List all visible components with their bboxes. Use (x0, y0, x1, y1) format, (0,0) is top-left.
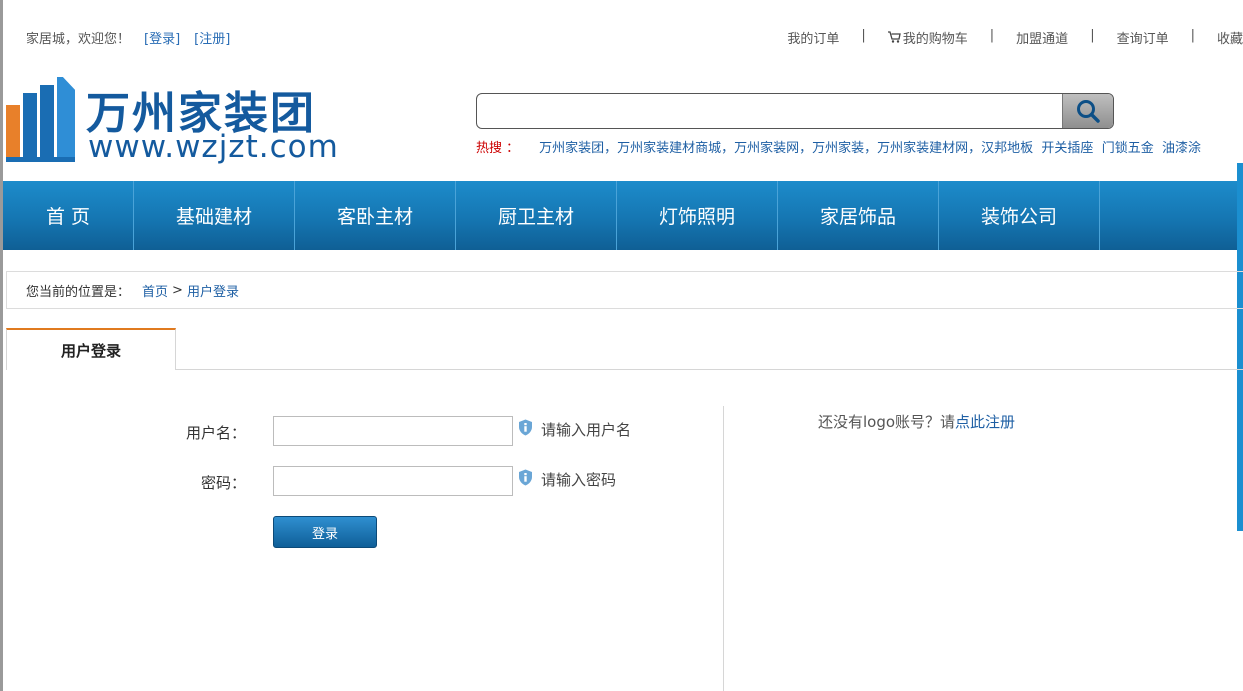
tab-baseline (176, 369, 1243, 370)
welcome-area: 家居城，欢迎您！ [登录] [注册] (26, 28, 230, 47)
username-label: 用户名： (185, 424, 246, 442)
separator: | (1090, 28, 1095, 43)
register-here-link[interactable]: 点此注册 (955, 413, 1015, 431)
username-hint: 请输入用户名 (518, 419, 631, 440)
breadcrumb-current[interactable]: 用户登录 (187, 281, 239, 300)
main-nav: 首 页 基础建材 客卧主材 厨卫主材 灯饰照明 家居饰品 装饰公司 (3, 181, 1237, 250)
password-input[interactable] (273, 466, 513, 496)
hot-keyword-link[interactable]: 油漆涂 (1162, 141, 1201, 156)
hot-search: 热搜 ： 万州家装团，万州家装建材商城，万州家装网，万州家装，万州家装建材网，汉邦… (476, 137, 1201, 156)
breadcrumb-home-link[interactable]: 首页 (142, 281, 168, 300)
welcome-text: 家居城，欢迎您！ (26, 32, 131, 47)
top-links: 我的订单 | 我的购物车 | 加盟通道 | 查询订单 | 收藏 (787, 28, 1243, 47)
right-scroll-strip (1237, 163, 1243, 531)
vertical-divider (723, 406, 724, 691)
my-cart-label: 我的购物车 (902, 32, 968, 47)
hot-keyword-link[interactable]: 开关插座 (1041, 141, 1093, 156)
register-note: 还没有logo账号？请点此注册 (818, 411, 1015, 432)
left-border (0, 0, 3, 691)
separator: | (989, 28, 995, 43)
hot-keywords-link[interactable]: 万州家装团，万州家装建材商城，万州家装网，万州家装，万州家装建材网，汉邦地板 (539, 141, 1033, 156)
nav-item-lighting[interactable]: 灯饰照明 (617, 181, 778, 250)
separator: | (1190, 28, 1195, 43)
cart-icon (887, 31, 901, 46)
nav-item-bedroom-materials[interactable]: 客卧主材 (295, 181, 456, 250)
logo-url: www.wzjzt.com (88, 129, 339, 165)
nav-item-decoration-company[interactable]: 装饰公司 (939, 181, 1100, 250)
register-note-text: 还没有logo账号？请 (818, 413, 956, 431)
breadcrumb-label: 您当前的位置是： (26, 284, 131, 300)
nav-item-home-decor[interactable]: 家居饰品 (778, 181, 939, 250)
username-input[interactable] (273, 416, 513, 446)
password-hint-text: 请输入密码 (541, 471, 617, 489)
breadcrumb: 您当前的位置是： 首页 > 用户登录 (6, 271, 1243, 309)
separator: | (861, 28, 866, 43)
password-label: 密码： (200, 474, 246, 492)
hot-keyword-link[interactable]: 门锁五金 (1102, 141, 1154, 156)
password-hint: 请输入密码 (518, 469, 616, 490)
register-link[interactable]: [注册] (194, 32, 230, 47)
my-cart-link[interactable]: 我的购物车 (887, 28, 968, 47)
site-logo[interactable]: 万州家装团 www.wzjzt.com (6, 75, 356, 167)
search-icon (1077, 100, 1100, 123)
nav-item-basic-materials[interactable]: 基础建材 (134, 181, 295, 250)
search-button[interactable] (1062, 94, 1113, 128)
nav-item-kitchen-bath[interactable]: 厨卫主材 (456, 181, 617, 250)
breadcrumb-separator: > (172, 282, 183, 298)
favorite-link[interactable]: 收藏 (1217, 28, 1243, 47)
login-button[interactable]: 登录 (273, 516, 377, 548)
login-link[interactable]: [登录] (144, 32, 180, 47)
info-icon (518, 419, 533, 440)
my-orders-link[interactable]: 我的订单 (787, 28, 839, 47)
search-input[interactable] (483, 98, 1057, 126)
tab-user-login[interactable]: 用户登录 (6, 328, 176, 370)
franchise-link[interactable]: 加盟通道 (1016, 28, 1068, 47)
nav-item-home[interactable]: 首 页 (3, 181, 134, 250)
info-icon (518, 469, 533, 490)
search-box (476, 93, 1114, 129)
hot-search-label: 热搜 ： (476, 141, 520, 156)
query-order-link[interactable]: 查询订单 (1117, 28, 1169, 47)
top-bar: 家居城，欢迎您！ [登录] [注册] 我的订单 | 我的购物车 | 加盟通道 | 查… (0, 0, 1243, 72)
username-hint-text: 请输入用户名 (541, 421, 632, 439)
building-bars-logo-icon (6, 75, 78, 162)
